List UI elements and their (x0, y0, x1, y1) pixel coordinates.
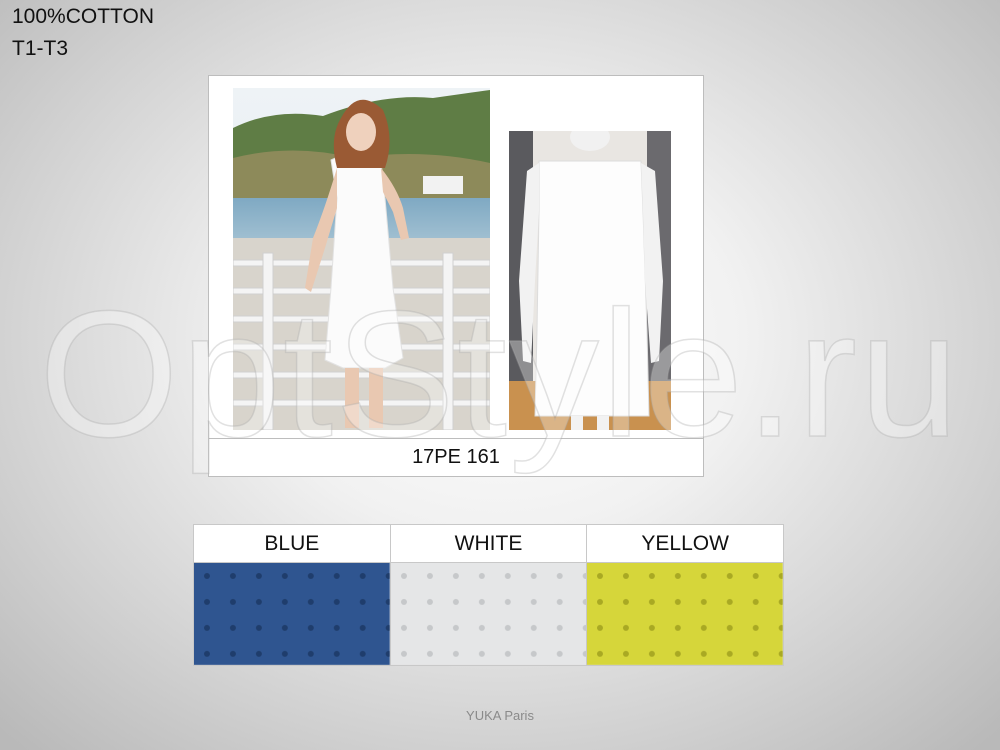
color-swatch-table: BLUE WHITE YELLOW (193, 524, 784, 666)
fabric-sample (587, 563, 784, 665)
product-code-row: 17PE 161 (209, 438, 703, 476)
swatch-name: YELLOW (587, 525, 784, 564)
brand-footer: YUKA Paris (466, 708, 534, 723)
fabric-sample (194, 563, 390, 665)
swatch-name: WHITE (390, 525, 587, 564)
material-label: 100%COTTON (12, 5, 154, 28)
product-code: 17PE 161 (412, 446, 500, 468)
product-card: 17PE 161 (208, 75, 704, 477)
size-range-label: T1-T3 (12, 37, 69, 60)
fabric-sample (390, 563, 587, 665)
swatch-white: WHITE (390, 525, 588, 665)
swatch-name: BLUE (194, 525, 390, 564)
mannequin-photo (509, 131, 671, 430)
swatch-yellow: YELLOW (587, 525, 784, 665)
model-photo (233, 88, 490, 430)
swatch-blue: BLUE (194, 525, 391, 665)
